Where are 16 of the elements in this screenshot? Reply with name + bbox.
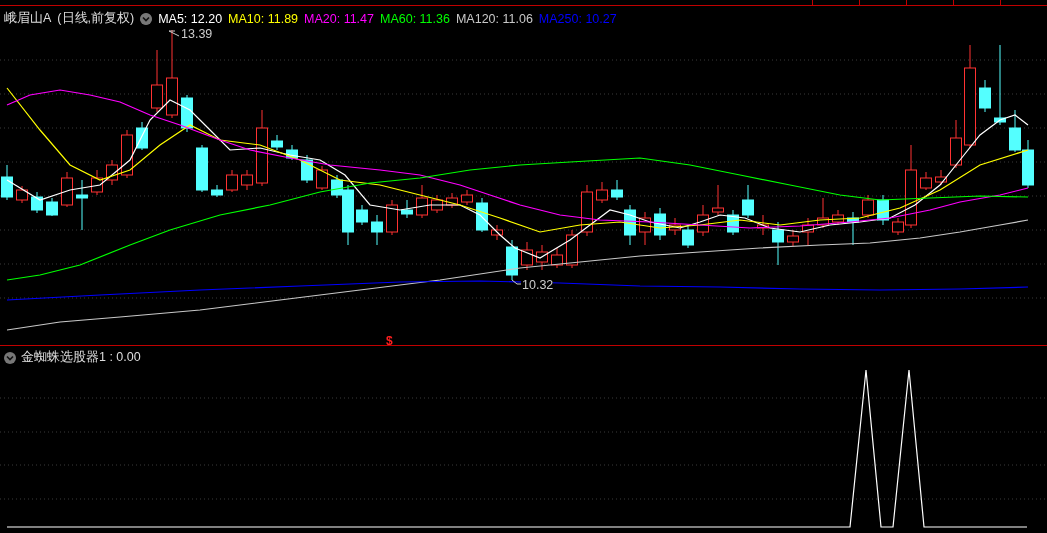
leader-line	[511, 279, 522, 285]
stock-title: 峨眉山A	[4, 10, 52, 27]
collapse-icon[interactable]	[140, 12, 153, 25]
event-marker[interactable]: $	[386, 334, 393, 345]
ma-label: MA250: 10.27	[538, 11, 617, 26]
ma-label: MA20: 11.47	[304, 11, 374, 26]
collapse-icon[interactable]	[4, 351, 16, 364]
low-price-label: 10.32	[522, 278, 554, 292]
ma-label: MA60: 11.36	[380, 11, 450, 26]
ma-label: MA10: 11.89	[228, 11, 299, 26]
ma-label: MA5: 12.20	[158, 11, 223, 26]
chart-period: (日线,前复权)	[57, 10, 135, 27]
ma-label: MA120: 11.06	[455, 11, 533, 26]
indicator-label: 金蜘蛛选股器1 : 0.00	[21, 349, 141, 366]
high-price-label: 13.39	[181, 27, 213, 41]
leader-line	[168, 30, 180, 37]
